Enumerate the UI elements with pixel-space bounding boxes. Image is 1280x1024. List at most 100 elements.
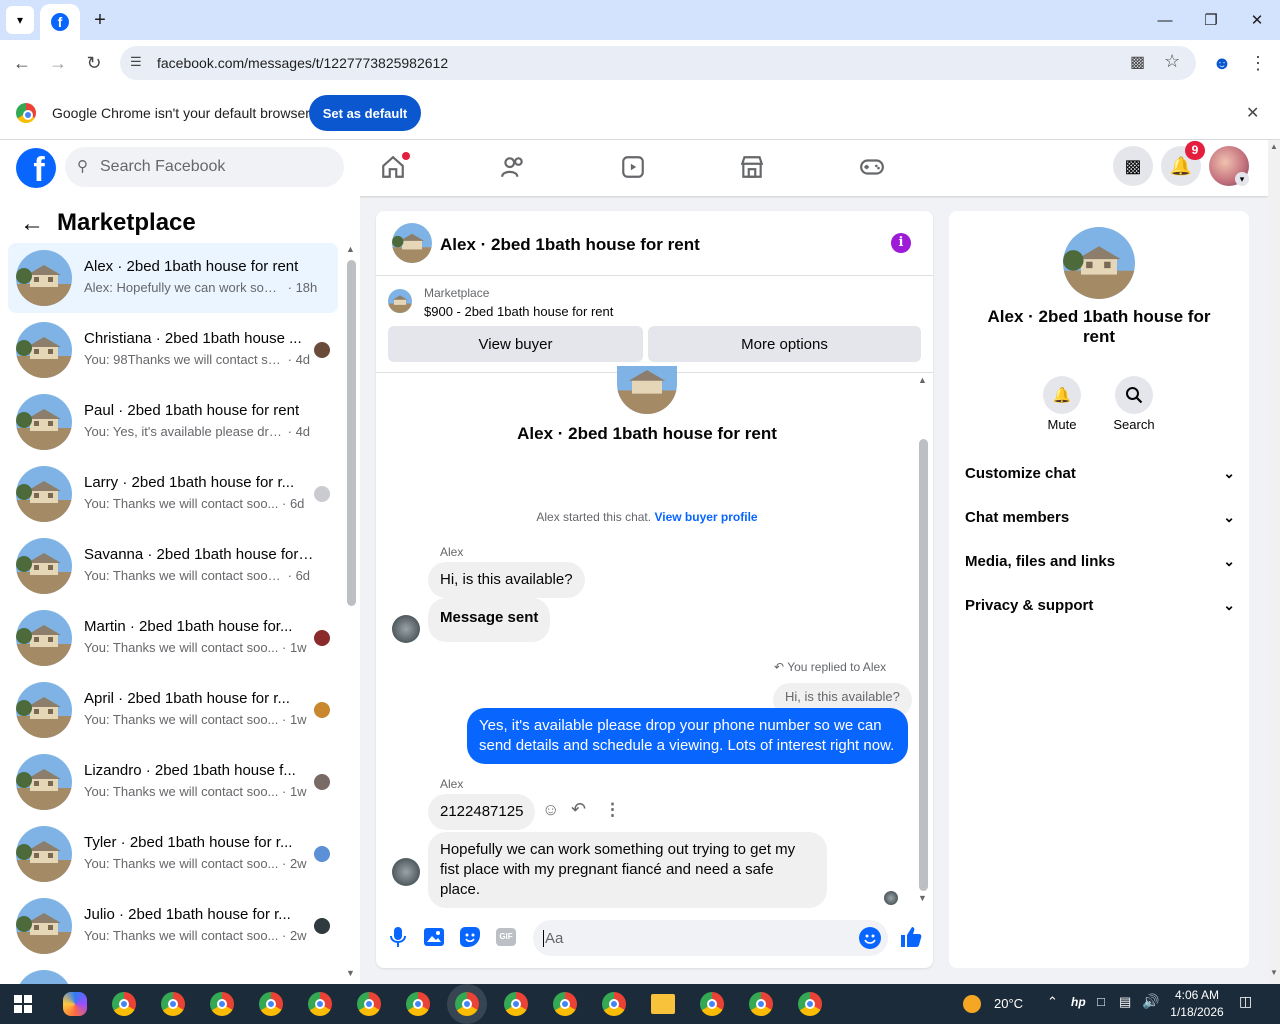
chrome-taskbar-icon[interactable] [798,992,822,1016]
conversation-item[interactable]: April · 2bed 1bath house for r... You: Th… [8,675,338,745]
menu-kebab-icon[interactable]: ⋮ [1242,47,1274,79]
conversation-item[interactable]: Martin · 2bed 1bath house for... You: Tha… [8,603,338,673]
set-as-default-button[interactable]: Set as default [309,95,421,131]
menu-grid-button[interactable]: ▩ [1113,146,1153,186]
tab-search-button[interactable]: ▾ [6,6,34,34]
chat-title[interactable]: Alex · 2bed 1bath house for rent [440,235,700,255]
reload-button[interactable]: ↻ [78,47,110,79]
scroll-up-icon[interactable]: ▲ [346,244,355,254]
view-buyer-profile-link[interactable]: View buyer profile [654,510,757,524]
list-scrollbar[interactable] [347,260,356,606]
message-bubble[interactable]: 2122487125 [428,794,536,830]
chrome-taskbar-icon[interactable] [406,992,430,1016]
clock-time[interactable]: 4:06 AM [1170,988,1224,1002]
details-avatar[interactable] [1063,227,1135,299]
chrome-taskbar-icon[interactable] [553,992,577,1016]
chrome-taskbar-icon[interactable] [161,992,185,1016]
copilot-icon[interactable] [63,992,87,1016]
weather-temperature[interactable]: 20°C [994,996,1023,1011]
account-avatar[interactable]: ▾ [1209,146,1249,186]
chrome-taskbar-icon[interactable] [357,992,381,1016]
home-icon[interactable] [378,152,410,182]
chat-scroll-up-icon[interactable]: ▲ [918,375,927,385]
chrome-taskbar-icon[interactable] [700,992,724,1016]
conversation-item[interactable]: Alex · 2bed 1bath house for rent Alex: Ho… [8,243,338,313]
notifications-button[interactable]: 🔔 9 [1161,141,1205,186]
url-text[interactable]: facebook.com/messages/t/1227773825982612 [157,55,448,71]
conversation-item[interactable]: Paul · 2bed 1bath house for rent You: Yes… [8,387,338,457]
message-bubble[interactable]: Hi, is this available? [428,562,585,598]
back-button[interactable]: ← [6,47,38,79]
chrome-taskbar-icon[interactable] [504,992,528,1016]
listing-title[interactable]: $900 - 2bed 1bath house for rent [424,304,613,319]
show-hidden-icons-icon[interactable]: ⌃ [1047,994,1058,1010]
friends-icon[interactable] [498,152,528,182]
scroll-down-icon[interactable]: ▼ [346,968,355,978]
message-input[interactable]: Aa [533,920,888,956]
page-scroll-up-icon[interactable]: ▲ [1270,142,1278,151]
message-bubble[interactable]: Message sent [428,598,551,642]
close-infobar-icon[interactable]: ✕ [1246,103,1259,123]
file-explorer-icon[interactable] [651,994,675,1014]
conversation-item-partial[interactable] [8,963,338,984]
more-options-button[interactable]: More options [648,326,921,362]
conversation-item[interactable]: Lizandro · 2bed 1bath house f... You: Tha… [8,747,338,817]
forward-button[interactable]: → [42,47,74,79]
video-icon[interactable] [618,152,648,182]
reply-icon[interactable]: ↶ [571,799,586,820]
mute-button[interactable]: 🔔 [1043,376,1081,414]
notification-center-icon[interactable]: ◫ [1239,993,1252,1010]
display-icon[interactable]: □ [1097,994,1105,1009]
page-scroll-down-icon[interactable]: ▼ [1270,968,1278,977]
photo-icon[interactable] [424,928,444,946]
facebook-logo-icon[interactable]: f [16,148,56,188]
listing-thumbnail[interactable] [388,289,412,313]
conversation-item[interactable]: Christiana · 2bed 1bath house ... You: 98… [8,315,338,385]
chat-members-row[interactable]: Chat members ⌄ [965,495,1235,539]
conversation-item[interactable]: Tyler · 2bed 1bath house for r... You: Th… [8,819,338,889]
chrome-taskbar-icon[interactable] [455,992,479,1016]
close-window-button[interactable]: ✕ [1234,0,1280,40]
minimize-button[interactable]: — [1142,0,1188,40]
chrome-taskbar-icon[interactable] [112,992,136,1016]
page-scrollbar[interactable]: ▲ ▼ [1268,140,1280,984]
chrome-taskbar-icon[interactable] [602,992,626,1016]
microphone-icon[interactable] [390,926,406,948]
gaming-icon[interactable] [857,152,887,182]
view-buyer-button[interactable]: View buyer [388,326,643,362]
conversation-item[interactable]: Savanna · 2bed 1bath house for ... You: T… [8,531,338,601]
privacy-support-row[interactable]: Privacy & support ⌄ [965,583,1235,627]
site-info-icon[interactable]: ☰ [130,54,142,70]
media-files-links-row[interactable]: Media, files and links ⌄ [965,539,1235,583]
hp-icon[interactable]: hp [1071,995,1086,1009]
profile-icon[interactable]: ☻ [1206,47,1238,79]
search-chat-button[interactable] [1115,376,1153,414]
chrome-taskbar-icon[interactable] [210,992,234,1016]
like-thumb-icon[interactable] [899,925,923,949]
volume-icon[interactable]: 🔊 [1142,993,1159,1010]
chrome-taskbar-icon[interactable] [749,992,773,1016]
chat-header-avatar[interactable] [392,223,432,263]
info-icon[interactable]: i [891,233,911,253]
marketplace-icon[interactable] [737,152,767,182]
emoji-icon[interactable] [859,927,881,949]
bookmark-star-icon[interactable]: ☆ [1164,51,1180,72]
chrome-taskbar-icon[interactable] [259,992,283,1016]
conversation-item[interactable]: Julio · 2bed 1bath house for r... You: Th… [8,891,338,961]
restore-button[interactable]: ❐ [1188,0,1234,40]
chat-scroll-down-icon[interactable]: ▼ [918,893,927,903]
windows-start-icon[interactable] [14,995,32,1013]
clock-date[interactable]: 1/18/2026 [1166,1005,1228,1019]
my-reply-bubble[interactable]: Yes, it's available please drop your pho… [467,708,908,764]
chat-scrollbar[interactable] [919,439,928,891]
install-app-icon[interactable]: ▩ [1130,52,1145,72]
network-icon[interactable]: ▤ [1119,994,1131,1010]
facebook-search-input[interactable]: ⚲ Search Facebook [65,147,344,187]
gif-icon[interactable]: GIF [496,928,516,946]
new-tab-button[interactable]: + [88,8,112,32]
chrome-taskbar-icon[interactable] [308,992,332,1016]
address-bar[interactable]: ☰ facebook.com/messages/t/12277738259826… [120,46,1196,80]
conversation-item[interactable]: Larry · 2bed 1bath house for r... You: Th… [8,459,338,529]
sticker-icon[interactable] [460,927,480,947]
browser-tab-facebook[interactable]: f [40,4,80,40]
